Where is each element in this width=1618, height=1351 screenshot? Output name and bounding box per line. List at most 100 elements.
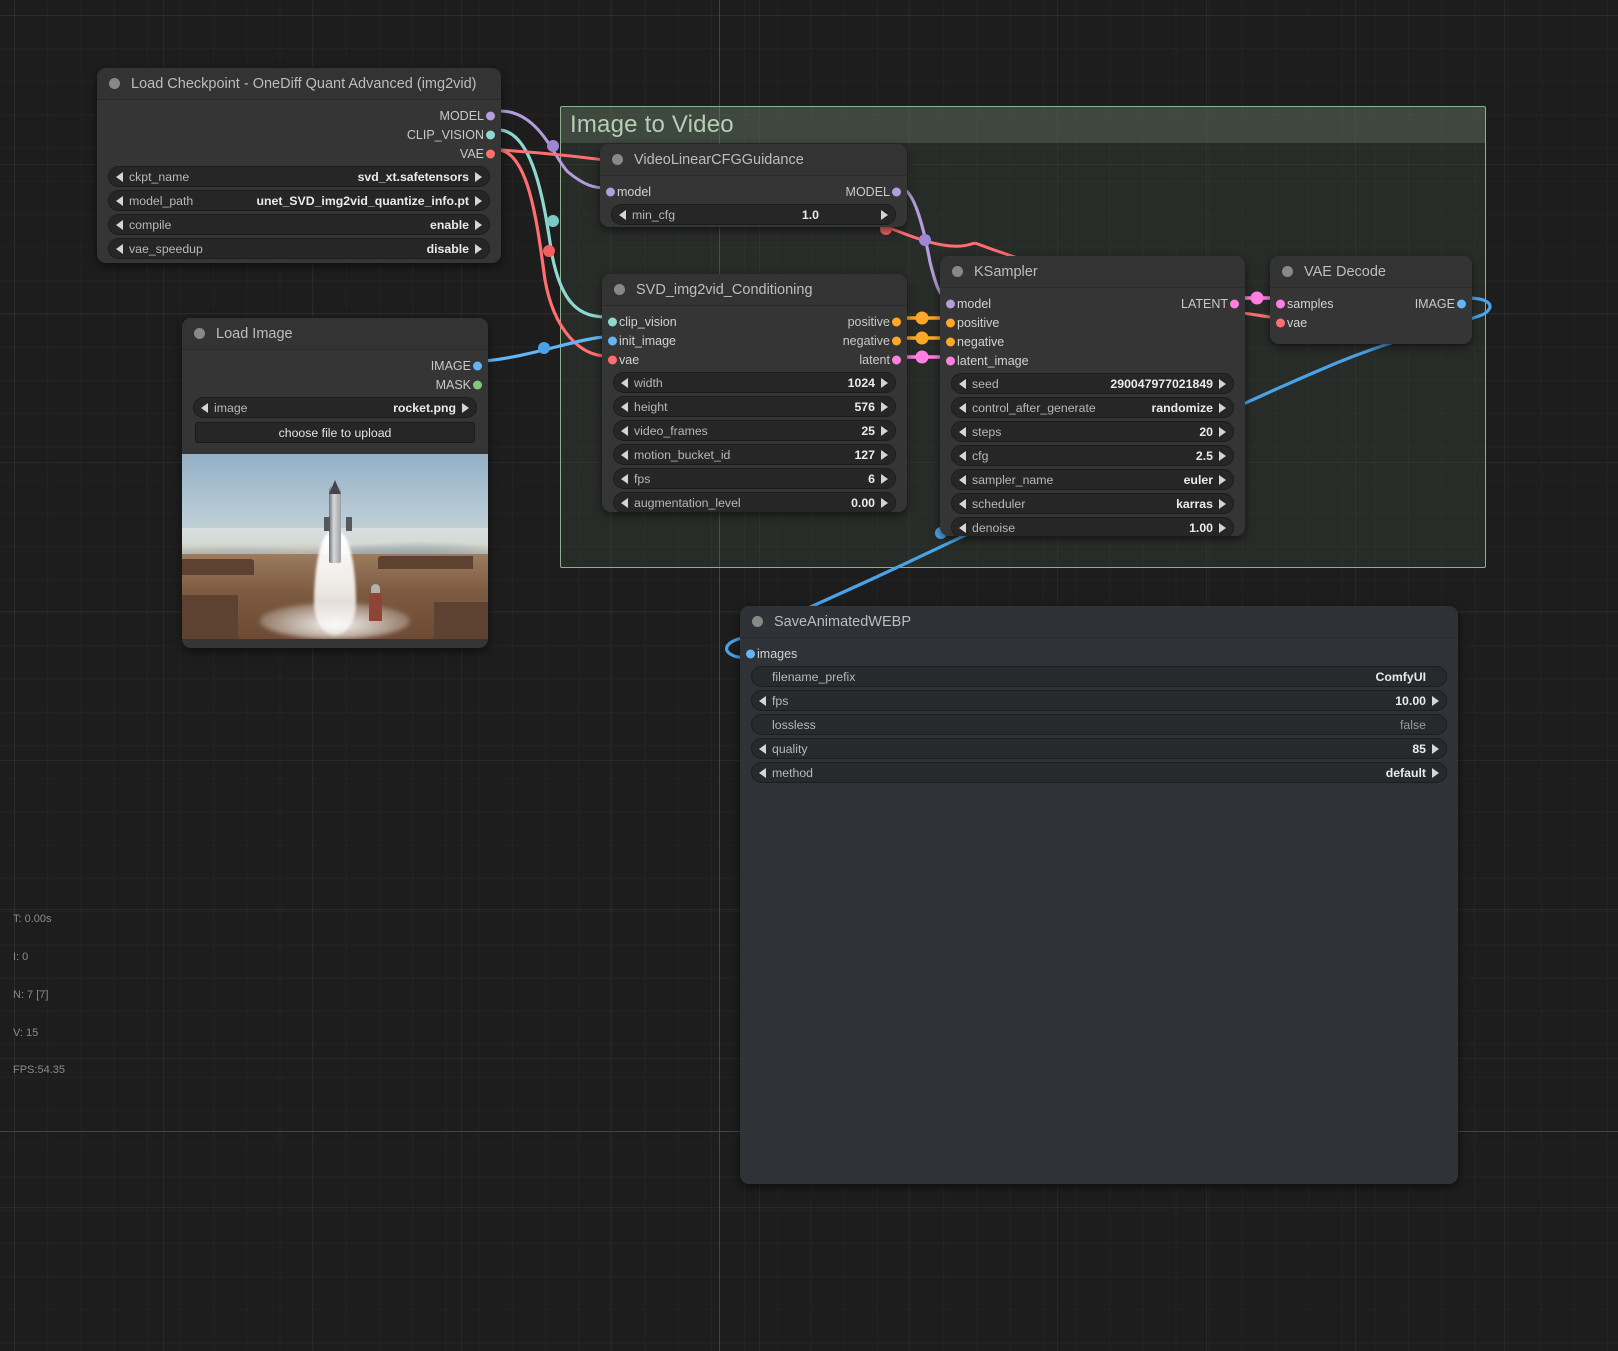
port-row-vae[interactable]: vae latent: [602, 350, 907, 369]
decrement-arrow-icon[interactable]: [959, 474, 966, 485]
node-graph-canvas[interactable]: Image to Video Load Checkpoint - OneDiff…: [0, 0, 1618, 1351]
widget-image[interactable]: image rocket.png: [193, 397, 477, 418]
decrement-arrow-icon[interactable]: [621, 377, 628, 388]
decrement-arrow-icon[interactable]: [959, 498, 966, 509]
widget-sampler-name[interactable]: sampler_name euler: [951, 469, 1234, 490]
widget-quality[interactable]: quality 85: [751, 738, 1447, 759]
widget-steps[interactable]: steps 20: [951, 421, 1234, 442]
collapse-dot-icon[interactable]: [614, 284, 625, 295]
widget-motion-bucket-id[interactable]: motion_bucket_id 127: [613, 444, 896, 465]
increment-arrow-icon[interactable]: [1219, 426, 1226, 437]
port-row-images[interactable]: images: [740, 644, 1458, 663]
widget-scheduler[interactable]: scheduler karras: [951, 493, 1234, 514]
decrement-arrow-icon[interactable]: [116, 243, 123, 254]
node-title-bar[interactable]: VideoLinearCFGGuidance: [600, 144, 907, 176]
port-dot-image-out[interactable]: [1457, 299, 1466, 308]
decrement-arrow-icon[interactable]: [621, 425, 628, 436]
node-save-animated-webp[interactable]: SaveAnimatedWEBP images filename_prefix …: [740, 606, 1458, 1184]
increment-arrow-icon[interactable]: [881, 497, 888, 508]
widget-video-frames[interactable]: video_frames 25: [613, 420, 896, 441]
collapse-dot-icon[interactable]: [612, 154, 623, 165]
decrement-arrow-icon[interactable]: [959, 402, 966, 413]
increment-arrow-icon[interactable]: [881, 473, 888, 484]
port-dot-negative-out[interactable]: [892, 336, 901, 345]
port-row-latent-image[interactable]: latent_image: [940, 351, 1245, 370]
port-dot-positive-in[interactable]: [946, 318, 955, 327]
collapse-dot-icon[interactable]: [952, 266, 963, 277]
decrement-arrow-icon[interactable]: [201, 402, 208, 413]
port-dot-image[interactable]: [473, 361, 482, 370]
port-dot-negative-in[interactable]: [946, 337, 955, 346]
increment-arrow-icon[interactable]: [462, 402, 469, 413]
increment-arrow-icon[interactable]: [1219, 498, 1226, 509]
port-row-model[interactable]: model LATENT: [940, 294, 1245, 313]
node-load-checkpoint[interactable]: Load Checkpoint - OneDiff Quant Advanced…: [97, 68, 501, 263]
port-dot-latent-out[interactable]: [892, 355, 901, 364]
port-dot-images-in[interactable]: [746, 649, 755, 658]
decrement-arrow-icon[interactable]: [959, 426, 966, 437]
increment-arrow-icon[interactable]: [881, 209, 888, 220]
decrement-arrow-icon[interactable]: [621, 497, 628, 508]
increment-arrow-icon[interactable]: [1219, 450, 1226, 461]
widget-lossless[interactable]: lossless false: [751, 714, 1447, 735]
widget-seed[interactable]: seed 290047977021849: [951, 373, 1234, 394]
widget-model-path[interactable]: model_path unet_SVD_img2vid_quantize_inf…: [108, 190, 490, 211]
output-port-vae[interactable]: VAE: [97, 144, 501, 163]
collapse-dot-icon[interactable]: [1282, 266, 1293, 277]
increment-arrow-icon[interactable]: [1219, 522, 1226, 533]
widget-method[interactable]: method default: [751, 762, 1447, 783]
node-title-bar[interactable]: Load Image: [182, 318, 488, 350]
increment-arrow-icon[interactable]: [1432, 767, 1439, 778]
port-row-samples[interactable]: samples IMAGE: [1270, 294, 1472, 313]
decrement-arrow-icon[interactable]: [116, 219, 123, 230]
node-title-bar[interactable]: VAE Decode: [1270, 256, 1472, 288]
port-dot-model-out[interactable]: [892, 187, 901, 196]
widget-compile[interactable]: compile enable: [108, 214, 490, 235]
increment-arrow-icon[interactable]: [475, 243, 482, 254]
port-row-positive[interactable]: positive: [940, 313, 1245, 332]
output-port-model[interactable]: MODEL: [97, 106, 501, 125]
node-video-linear-cfg-guidance[interactable]: VideoLinearCFGGuidance model MODEL min_c…: [600, 144, 907, 227]
increment-arrow-icon[interactable]: [1219, 474, 1226, 485]
decrement-arrow-icon[interactable]: [116, 171, 123, 182]
port-dot-clip-vision-in[interactable]: [608, 317, 617, 326]
port-dot-mask[interactable]: [473, 380, 482, 389]
increment-arrow-icon[interactable]: [881, 377, 888, 388]
port-row-init-image[interactable]: init_image negative: [602, 331, 907, 350]
output-port-mask[interactable]: MASK: [182, 375, 488, 394]
widget-cfg[interactable]: cfg 2.5: [951, 445, 1234, 466]
node-title-bar[interactable]: SVD_img2vid_Conditioning: [602, 274, 907, 306]
port-dot-model-in[interactable]: [606, 187, 615, 196]
port-dot-vae-in[interactable]: [1276, 318, 1285, 327]
widget-fps[interactable]: fps 10.00: [751, 690, 1447, 711]
port-dot-positive-out[interactable]: [892, 317, 901, 326]
node-load-image[interactable]: Load Image IMAGE MASK image rocket.png c…: [182, 318, 488, 648]
collapse-dot-icon[interactable]: [109, 78, 120, 89]
port-dot-vae[interactable]: [486, 149, 495, 158]
decrement-arrow-icon[interactable]: [116, 195, 123, 206]
port-dot-model-in[interactable]: [946, 299, 955, 308]
widget-filename-prefix[interactable]: filename_prefix ComfyUI: [751, 666, 1447, 687]
port-dot-latent-image-in[interactable]: [946, 356, 955, 365]
increment-arrow-icon[interactable]: [475, 171, 482, 182]
output-port-image[interactable]: IMAGE: [182, 356, 488, 375]
port-row-clip-vision[interactable]: clip_vision positive: [602, 312, 907, 331]
increment-arrow-icon[interactable]: [881, 401, 888, 412]
increment-arrow-icon[interactable]: [1432, 695, 1439, 706]
increment-arrow-icon[interactable]: [1432, 743, 1439, 754]
widget-fps[interactable]: fps 6: [613, 468, 896, 489]
port-dot-samples-in[interactable]: [1276, 299, 1285, 308]
group-header[interactable]: Image to Video: [561, 107, 1485, 143]
decrement-arrow-icon[interactable]: [959, 450, 966, 461]
increment-arrow-icon[interactable]: [881, 425, 888, 436]
widget-min-cfg[interactable]: min_cfg 1.0: [611, 204, 896, 225]
port-dot-model[interactable]: [486, 111, 495, 120]
decrement-arrow-icon[interactable]: [959, 522, 966, 533]
increment-arrow-icon[interactable]: [1219, 402, 1226, 413]
port-dot-clip-vision[interactable]: [486, 130, 495, 139]
increment-arrow-icon[interactable]: [475, 219, 482, 230]
decrement-arrow-icon[interactable]: [759, 695, 766, 706]
increment-arrow-icon[interactable]: [475, 195, 482, 206]
decrement-arrow-icon[interactable]: [621, 473, 628, 484]
port-dot-vae-in[interactable]: [608, 355, 617, 364]
